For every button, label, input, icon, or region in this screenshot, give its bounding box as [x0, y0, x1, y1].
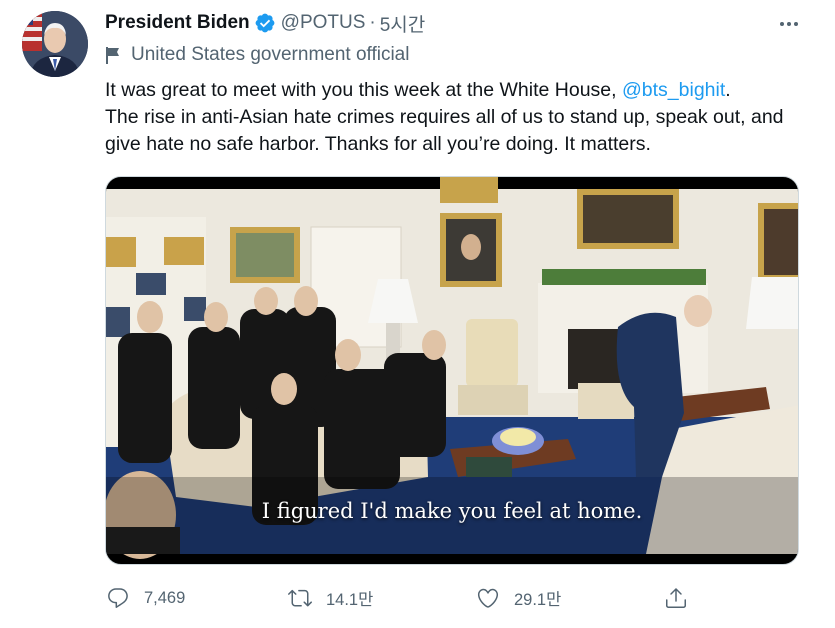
tweet-text-line1: It was great to meet with you this week … — [105, 79, 622, 101]
share-icon — [666, 588, 686, 608]
share-button[interactable] — [664, 582, 702, 614]
tweet[interactable]: President Biden @POTUS · 5시간 United Stat… — [0, 0, 835, 628]
more-options-icon[interactable] — [777, 12, 801, 36]
tweet-text: It was great to meet with you this week … — [105, 77, 805, 158]
tweet-text-body: The rise in anti-Asian hate crimes requi… — [105, 106, 784, 155]
government-flag-icon — [106, 46, 119, 64]
tweet-text-period: . — [725, 79, 731, 101]
verified-badge-icon — [255, 13, 275, 33]
retweet-icon — [288, 589, 312, 607]
retweet-count: 14.1만 — [326, 591, 374, 609]
author-name[interactable]: President Biden — [105, 12, 250, 34]
reply-count: 7,469 — [144, 588, 186, 607]
mention-link[interactable]: @bts_bighit — [622, 79, 725, 101]
tweet-timestamp[interactable]: 5시간 — [380, 10, 426, 37]
government-label[interactable]: United States government official — [105, 44, 409, 66]
tweet-video[interactable]: I figured I'd make you feel at home. — [105, 176, 799, 565]
author-handle[interactable]: @POTUS — [281, 12, 366, 34]
retweet-button[interactable]: 14.1만 — [288, 582, 373, 614]
like-count: 29.1만 — [514, 591, 562, 609]
like-button[interactable]: 29.1만 — [476, 582, 561, 614]
tweet-header: President Biden @POTUS · 5시간 — [105, 10, 425, 36]
reply-icon — [108, 588, 128, 608]
video-caption: I figured I'd make you feel at home. — [261, 499, 643, 523]
reply-button[interactable]: 7,469 — [106, 582, 185, 614]
tweet-actions: 7,469 14.1만 29.1만 — [0, 582, 835, 616]
government-label-text: United States government official — [131, 44, 410, 65]
separator-dot: · — [369, 12, 376, 33]
avatar[interactable] — [22, 11, 88, 77]
heart-icon — [477, 588, 499, 608]
